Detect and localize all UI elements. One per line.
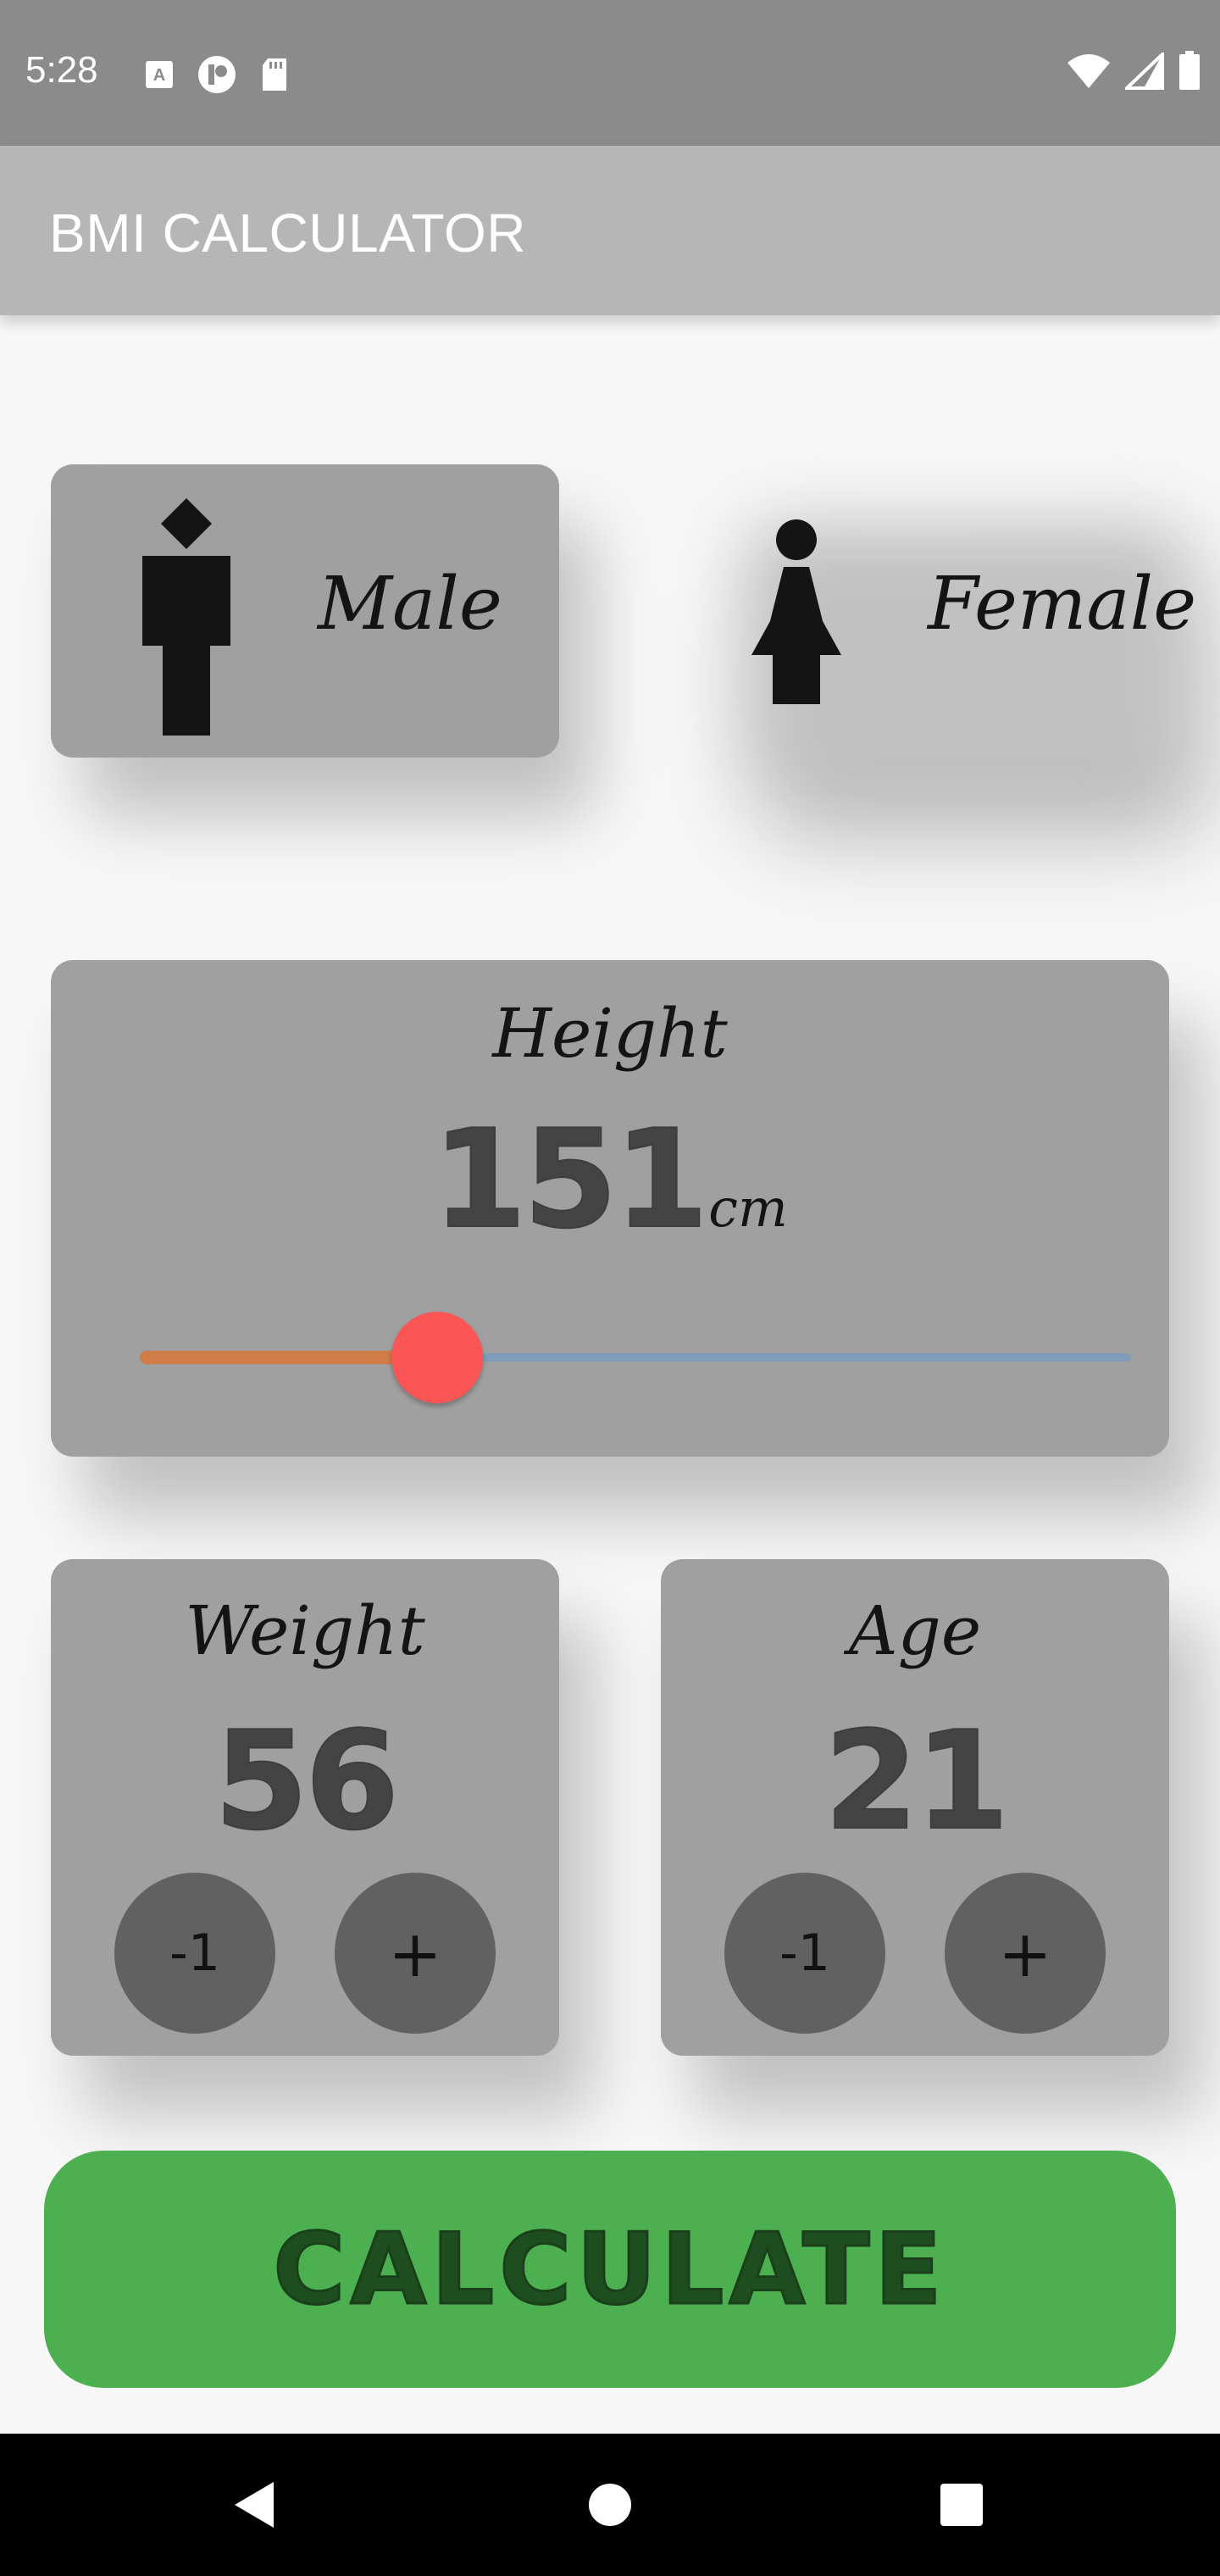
age-decrement-button[interactable]: -1 <box>724 1873 885 2034</box>
height-value-row: 151cm <box>51 1099 1169 1259</box>
wifi-icon <box>1068 54 1110 88</box>
height-slider-thumb[interactable] <box>391 1312 483 1403</box>
battery-icon <box>1179 51 1200 90</box>
status-icons-left: A <box>144 54 290 95</box>
height-value: 151 <box>431 1099 709 1259</box>
weight-value-row: 56 <box>51 1701 559 1861</box>
calculate-button[interactable]: CALCULATE <box>44 2151 1176 2388</box>
height-card: Height 151cm <box>51 960 1169 1457</box>
female-label: Female <box>928 562 1197 647</box>
screen: 5:28 A BMI CALCULATOR Male Female Height… <box>0 0 1220 2576</box>
age-value: 21 <box>824 1701 1011 1861</box>
weight-card: Weight 56 -1 + <box>51 1559 559 2056</box>
app-bar: BMI CALCULATOR <box>0 146 1220 315</box>
back-icon <box>235 2482 274 2528</box>
height-label: Height <box>492 994 728 1073</box>
status-icons-right <box>1066 51 1201 92</box>
height-slider-inactive-track <box>437 1353 1131 1362</box>
age-label: Age <box>848 1591 982 1670</box>
weight-increment-button[interactable]: + <box>335 1873 496 2034</box>
text-a-icon: A <box>146 61 173 88</box>
nav-back-button[interactable] <box>169 2434 339 2576</box>
navigation-bar <box>0 2434 1220 2576</box>
calculate-label: CALCULATE <box>272 2211 947 2328</box>
weight-decrement-button[interactable]: -1 <box>114 1873 275 2034</box>
age-card: Age 21 -1 + <box>661 1559 1169 2056</box>
app-circle-icon <box>198 56 236 93</box>
weight-value: 56 <box>214 1701 401 1861</box>
female-figure-icon <box>751 519 841 704</box>
home-icon <box>589 2484 631 2526</box>
nav-recents-button[interactable] <box>877 2434 1046 2576</box>
male-gender-card[interactable]: Male <box>51 464 559 758</box>
age-increment-button[interactable]: + <box>945 1873 1106 2034</box>
female-gender-card[interactable]: Female <box>661 464 1196 778</box>
sd-card-icon <box>263 58 286 91</box>
status-time: 5:28 <box>25 49 98 91</box>
recents-icon <box>940 2484 983 2526</box>
age-value-row: 21 <box>661 1701 1169 1861</box>
nav-home-button[interactable] <box>525 2434 695 2576</box>
status-bar: 5:28 A <box>0 0 1220 146</box>
app-title: BMI CALCULATOR <box>49 203 526 264</box>
svg-text:A: A <box>153 66 165 85</box>
weight-label: Weight <box>185 1591 425 1670</box>
male-label: Male <box>318 562 502 647</box>
height-unit: cm <box>708 1177 788 1239</box>
male-figure-icon <box>142 498 230 736</box>
height-slider[interactable] <box>140 1312 1131 1403</box>
signal-icon <box>1125 53 1164 90</box>
